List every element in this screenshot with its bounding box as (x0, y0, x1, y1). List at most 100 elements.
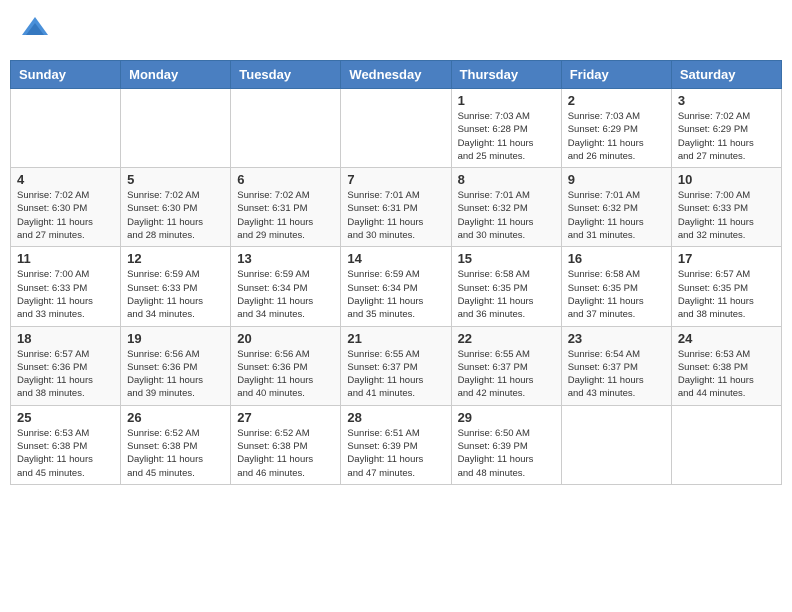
calendar-cell: 19 Sunrise: 6:56 AM Sunset: 6:36 PM Dayli… (121, 326, 231, 405)
calendar-cell (231, 89, 341, 168)
calendar-cell (121, 89, 231, 168)
day-number: 29 (458, 410, 555, 425)
day-info: Sunrise: 6:54 AM Sunset: 6:37 PM Dayligh… (568, 348, 665, 401)
day-info: Sunrise: 7:02 AM Sunset: 6:30 PM Dayligh… (17, 189, 114, 242)
day-number: 21 (347, 331, 444, 346)
day-number: 10 (678, 172, 775, 187)
day-number: 25 (17, 410, 114, 425)
calendar-cell: 21 Sunrise: 6:55 AM Sunset: 6:37 PM Dayli… (341, 326, 451, 405)
day-info: Sunrise: 7:02 AM Sunset: 6:31 PM Dayligh… (237, 189, 334, 242)
calendar-cell (671, 405, 781, 484)
calendar-cell: 29 Sunrise: 6:50 AM Sunset: 6:39 PM Dayli… (451, 405, 561, 484)
day-info: Sunrise: 7:03 AM Sunset: 6:28 PM Dayligh… (458, 110, 555, 163)
calendar-cell: 4 Sunrise: 7:02 AM Sunset: 6:30 PM Daylig… (11, 168, 121, 247)
day-number: 19 (127, 331, 224, 346)
calendar-cell: 10 Sunrise: 7:00 AM Sunset: 6:33 PM Dayli… (671, 168, 781, 247)
calendar-cell: 2 Sunrise: 7:03 AM Sunset: 6:29 PM Daylig… (561, 89, 671, 168)
calendar-cell: 8 Sunrise: 7:01 AM Sunset: 6:32 PM Daylig… (451, 168, 561, 247)
day-number: 28 (347, 410, 444, 425)
calendar-header-row: SundayMondayTuesdayWednesdayThursdayFrid… (11, 61, 782, 89)
day-info: Sunrise: 7:00 AM Sunset: 6:33 PM Dayligh… (678, 189, 775, 242)
day-info: Sunrise: 6:53 AM Sunset: 6:38 PM Dayligh… (678, 348, 775, 401)
day-info: Sunrise: 7:01 AM Sunset: 6:32 PM Dayligh… (458, 189, 555, 242)
calendar-header-saturday: Saturday (671, 61, 781, 89)
day-number: 4 (17, 172, 114, 187)
day-info: Sunrise: 7:01 AM Sunset: 6:32 PM Dayligh… (568, 189, 665, 242)
calendar-header-wednesday: Wednesday (341, 61, 451, 89)
calendar-cell (341, 89, 451, 168)
day-info: Sunrise: 6:59 AM Sunset: 6:33 PM Dayligh… (127, 268, 224, 321)
calendar-cell: 17Sunrise: 6:57 AM Sunset: 6:35 PM Dayli… (671, 247, 781, 326)
day-info: Sunrise: 6:55 AM Sunset: 6:37 PM Dayligh… (458, 348, 555, 401)
calendar-week-row: 18 Sunrise: 6:57 AM Sunset: 6:36 PM Dayli… (11, 326, 782, 405)
calendar-cell: 16 Sunrise: 6:58 AM Sunset: 6:35 PM Dayli… (561, 247, 671, 326)
day-info: Sunrise: 6:50 AM Sunset: 6:39 PM Dayligh… (458, 427, 555, 480)
day-number: 5 (127, 172, 224, 187)
calendar-cell: 22 Sunrise: 6:55 AM Sunset: 6:37 PM Dayli… (451, 326, 561, 405)
day-info: Sunrise: 6:57 AM Sunset: 6:35 PM Dayligh… (678, 268, 775, 321)
calendar-cell: 27Sunrise: 6:52 AM Sunset: 6:38 PM Dayli… (231, 405, 341, 484)
day-info: Sunrise: 6:57 AM Sunset: 6:36 PM Dayligh… (17, 348, 114, 401)
page-header (10, 10, 782, 50)
calendar-header-sunday: Sunday (11, 61, 121, 89)
calendar-cell: 9 Sunrise: 7:01 AM Sunset: 6:32 PM Daylig… (561, 168, 671, 247)
calendar-cell: 20 Sunrise: 6:56 AM Sunset: 6:36 PM Dayli… (231, 326, 341, 405)
calendar-cell (11, 89, 121, 168)
day-info: Sunrise: 6:55 AM Sunset: 6:37 PM Dayligh… (347, 348, 444, 401)
day-number: 12 (127, 251, 224, 266)
day-number: 13 (237, 251, 334, 266)
day-info: Sunrise: 6:53 AM Sunset: 6:38 PM Dayligh… (17, 427, 114, 480)
day-info: Sunrise: 7:02 AM Sunset: 6:29 PM Dayligh… (678, 110, 775, 163)
calendar-week-row: 11 Sunrise: 7:00 AM Sunset: 6:33 PM Dayli… (11, 247, 782, 326)
day-number: 26 (127, 410, 224, 425)
logo (20, 15, 54, 45)
day-info: Sunrise: 6:56 AM Sunset: 6:36 PM Dayligh… (127, 348, 224, 401)
calendar-header-monday: Monday (121, 61, 231, 89)
calendar-cell: 5 Sunrise: 7:02 AM Sunset: 6:30 PM Daylig… (121, 168, 231, 247)
day-number: 24 (678, 331, 775, 346)
calendar-cell: 11 Sunrise: 7:00 AM Sunset: 6:33 PM Dayli… (11, 247, 121, 326)
calendar-week-row: 25 Sunrise: 6:53 AM Sunset: 6:38 PM Dayli… (11, 405, 782, 484)
day-number: 9 (568, 172, 665, 187)
calendar-week-row: 1 Sunrise: 7:03 AM Sunset: 6:28 PM Daylig… (11, 89, 782, 168)
day-info: Sunrise: 6:58 AM Sunset: 6:35 PM Dayligh… (568, 268, 665, 321)
day-number: 1 (458, 93, 555, 108)
day-info: Sunrise: 7:00 AM Sunset: 6:33 PM Dayligh… (17, 268, 114, 321)
day-info: Sunrise: 6:56 AM Sunset: 6:36 PM Dayligh… (237, 348, 334, 401)
calendar-cell: 25 Sunrise: 6:53 AM Sunset: 6:38 PM Dayli… (11, 405, 121, 484)
day-number: 22 (458, 331, 555, 346)
day-number: 8 (458, 172, 555, 187)
calendar-cell: 6 Sunrise: 7:02 AM Sunset: 6:31 PM Daylig… (231, 168, 341, 247)
calendar-cell: 1 Sunrise: 7:03 AM Sunset: 6:28 PM Daylig… (451, 89, 561, 168)
logo-icon (20, 15, 50, 45)
day-info: Sunrise: 7:01 AM Sunset: 6:31 PM Dayligh… (347, 189, 444, 242)
calendar-cell: 28 Sunrise: 6:51 AM Sunset: 6:39 PM Dayli… (341, 405, 451, 484)
calendar-cell: 24 Sunrise: 6:53 AM Sunset: 6:38 PM Dayli… (671, 326, 781, 405)
calendar-header-tuesday: Tuesday (231, 61, 341, 89)
day-info: Sunrise: 7:02 AM Sunset: 6:30 PM Dayligh… (127, 189, 224, 242)
day-number: 7 (347, 172, 444, 187)
day-info: Sunrise: 7:03 AM Sunset: 6:29 PM Dayligh… (568, 110, 665, 163)
day-number: 2 (568, 93, 665, 108)
day-number: 11 (17, 251, 114, 266)
calendar-header-thursday: Thursday (451, 61, 561, 89)
day-number: 20 (237, 331, 334, 346)
calendar-cell: 23 Sunrise: 6:54 AM Sunset: 6:37 PM Dayli… (561, 326, 671, 405)
calendar-cell: 14Sunrise: 6:59 AM Sunset: 6:34 PM Dayli… (341, 247, 451, 326)
day-info: Sunrise: 6:52 AM Sunset: 6:38 PM Dayligh… (127, 427, 224, 480)
day-number: 23 (568, 331, 665, 346)
day-number: 18 (17, 331, 114, 346)
calendar-week-row: 4 Sunrise: 7:02 AM Sunset: 6:30 PM Daylig… (11, 168, 782, 247)
calendar-table: SundayMondayTuesdayWednesdayThursdayFrid… (10, 60, 782, 485)
day-info: Sunrise: 6:58 AM Sunset: 6:35 PM Dayligh… (458, 268, 555, 321)
calendar-cell: 26 Sunrise: 6:52 AM Sunset: 6:38 PM Dayli… (121, 405, 231, 484)
day-info: Sunrise: 6:51 AM Sunset: 6:39 PM Dayligh… (347, 427, 444, 480)
day-info: Sunrise: 6:59 AM Sunset: 6:34 PM Dayligh… (237, 268, 334, 321)
day-number: 16 (568, 251, 665, 266)
calendar-header-friday: Friday (561, 61, 671, 89)
day-number: 3 (678, 93, 775, 108)
calendar-cell: 15Sunrise: 6:58 AM Sunset: 6:35 PM Dayli… (451, 247, 561, 326)
calendar-cell (561, 405, 671, 484)
day-number: 6 (237, 172, 334, 187)
calendar-cell: 7 Sunrise: 7:01 AM Sunset: 6:31 PM Daylig… (341, 168, 451, 247)
